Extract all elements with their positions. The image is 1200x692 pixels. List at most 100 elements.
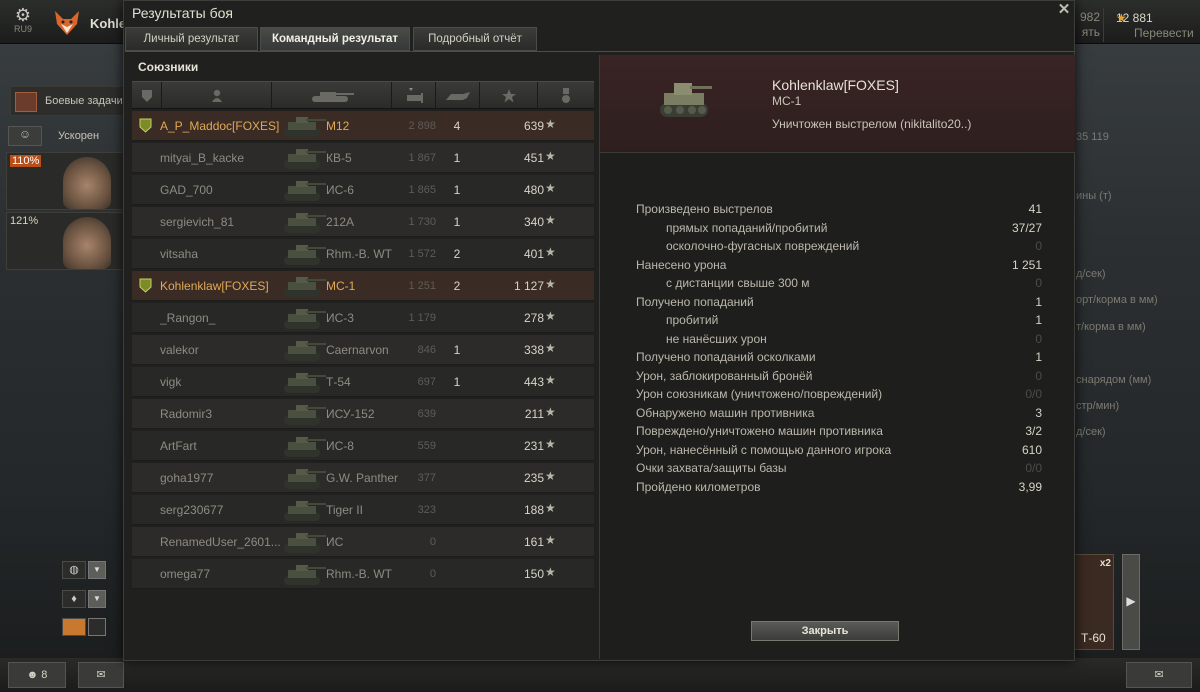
tab-team[interactable]: Командный результат xyxy=(260,27,410,51)
gear-icon: ⚙ xyxy=(14,5,32,25)
ally-kills: 1 xyxy=(453,215,461,229)
medal-column-header[interactable] xyxy=(538,82,594,109)
stat-value: 1 xyxy=(1035,294,1042,309)
star-icon: ★ xyxy=(545,245,556,259)
tab-personal[interactable]: Личный результат xyxy=(125,27,258,51)
tab-detailed[interactable]: Подробный отчёт xyxy=(413,27,537,51)
stat-value: 1 xyxy=(1035,313,1042,327)
xp-multiplier: x2 xyxy=(1099,558,1111,569)
ally-kills: 1 xyxy=(453,343,461,357)
carousel-next-button[interactable]: ▶ xyxy=(1122,554,1140,650)
ally-damage: 1 572 xyxy=(408,248,436,260)
checkbox[interactable] xyxy=(88,618,106,636)
close-icon[interactable]: ✕ xyxy=(1056,2,1072,19)
ally-xp: 443 xyxy=(523,375,544,389)
crew-portrait xyxy=(63,157,111,209)
tank-column-header[interactable] xyxy=(272,82,392,109)
ally-row[interactable]: goha1977 G.W. Panther 377 235 ★ xyxy=(132,463,594,493)
stat-label: Нанесено урона xyxy=(636,257,727,272)
ally-kills: 2 xyxy=(453,247,461,261)
stat-row: Урон, нанесённый с помощью данного игрок… xyxy=(636,441,1042,459)
crew-member-2[interactable]: 121% xyxy=(6,212,125,270)
ally-row[interactable]: ArtFart ИС-8 559 231 ★ xyxy=(132,431,594,461)
star-icon: ★ xyxy=(545,437,556,451)
ally-xp: 161 xyxy=(523,535,544,549)
star-icon: ★ xyxy=(545,309,556,323)
ally-row[interactable]: serg230677 Tiger II 323 188 ★ xyxy=(132,495,594,525)
kills-column-header[interactable] xyxy=(436,82,480,109)
stat-label: Очки захвата/защиты базы xyxy=(636,461,787,475)
person-icon: ☻ xyxy=(26,669,39,681)
stat-label: Урон союзникам (уничтожено/повреждений) xyxy=(636,387,883,401)
allies-panel: Союзники A_P_Maddoc[FOXES] M12 2 898 4 6… xyxy=(132,55,594,659)
friends-button[interactable]: ☻ 8 xyxy=(8,662,66,688)
stat-value: 3 xyxy=(1035,405,1042,420)
accelerate-training[interactable]: ☺ Ускорен xyxy=(8,126,125,148)
tank-thumbnail xyxy=(284,405,326,425)
gold-panel[interactable]: ★ 12 881 Перевести xyxy=(1103,8,1200,42)
ammo-selector[interactable]: ♦ ▼ xyxy=(62,590,106,608)
close-button[interactable]: Закрыть xyxy=(751,621,899,641)
ally-damage: 0 xyxy=(429,536,436,548)
ally-row[interactable]: A_P_Maddoc[FOXES] M12 2 898 4 639 ★ xyxy=(132,111,594,141)
chat-channels-button[interactable]: ✉ xyxy=(78,662,124,688)
tank-thumbnail xyxy=(284,213,326,233)
damage-column-header[interactable] xyxy=(392,82,436,109)
chat-icon: ✉ xyxy=(96,669,106,681)
squad-column-header[interactable] xyxy=(132,82,162,109)
details-death-reason: Уничтожен выстрелом (nikitalito20..) xyxy=(772,117,972,131)
ally-row[interactable]: Kohlenklaw[FOXES] МС-1 1 251 2 1 127 ★ xyxy=(132,271,594,301)
notifications-button[interactable]: ✉ xyxy=(1126,662,1192,688)
tank-thumbnail xyxy=(284,373,326,393)
tank-thumbnail xyxy=(284,501,326,521)
player-name[interactable]: Kohle xyxy=(90,16,126,31)
stat-value: 3,99 xyxy=(1018,479,1042,494)
player-column-header[interactable] xyxy=(162,82,272,109)
stat-value: 3/2 xyxy=(1025,424,1042,438)
ally-row[interactable]: valekor Caernarvon 846 1 338 ★ xyxy=(132,335,594,365)
ally-kills: 1 xyxy=(453,375,461,389)
stat-label: Урон, заблокированный бронёй xyxy=(636,368,813,383)
ally-row[interactable]: _Rangon_ ИС-3 1 179 278 ★ xyxy=(132,303,594,333)
medal-icon xyxy=(562,87,570,103)
squad-icon xyxy=(139,118,152,133)
stat-row: Нанесено урона 1 251 xyxy=(636,256,1042,274)
ally-row[interactable]: GAD_700 ИС-6 1 865 1 480 ★ xyxy=(132,175,594,205)
ally-damage: 559 xyxy=(417,440,436,452)
tank-thumbnail xyxy=(284,117,326,137)
message-icon: ✉ xyxy=(1154,669,1164,681)
crew-member-1[interactable]: 110% xyxy=(6,152,125,210)
allies-title: Союзники xyxy=(138,60,199,74)
ally-row[interactable]: Radomir3 ИСУ-152 639 211 ★ xyxy=(132,399,594,429)
stat-row: не нанёсших урон 0 xyxy=(636,330,1042,348)
ally-row[interactable]: omega77 Rhm.-B. WT 0 150 ★ xyxy=(132,559,594,589)
ally-row[interactable]: vitsaha Rhm.-B. WT 1 572 2 401 ★ xyxy=(132,239,594,269)
bg-stat: д/сек) xyxy=(1076,426,1106,438)
ally-damage: 697 xyxy=(417,376,436,388)
globe-selector[interactable]: ◍ ▼ xyxy=(62,561,106,579)
ally-row[interactable]: RenamedUser_2601... ИС 0 161 ★ xyxy=(132,527,594,557)
bg-stat: ины (т) xyxy=(1076,190,1112,202)
star-icon: ★ xyxy=(545,149,556,163)
star-icon: ★ xyxy=(545,213,556,227)
settings-button[interactable]: ⚙ RU9 xyxy=(8,6,38,34)
bg-stat: стр/мин) xyxy=(1076,400,1120,412)
reserve-vehicle-card[interactable]: x2 Т-60 xyxy=(1074,554,1114,650)
xp-column-header[interactable] xyxy=(480,82,538,109)
stat-value: 610 xyxy=(1021,442,1042,457)
stat-row: Урон, заблокированный бронёй 0 xyxy=(636,367,1042,385)
ally-row[interactable]: vigk Т-54 697 1 443 ★ xyxy=(132,367,594,397)
battle-tasks-button[interactable]: Боевые задачи xyxy=(10,86,125,116)
tank-icon xyxy=(311,91,354,102)
ally-damage: 1 730 xyxy=(408,216,436,228)
tank-thumbnail xyxy=(284,533,326,553)
bg-stat: д/сек) xyxy=(1076,268,1106,280)
stat-value: 1 251 xyxy=(1011,257,1042,272)
ally-row[interactable]: mityai_B_kacke КВ-5 1 867 1 451 ★ xyxy=(132,143,594,173)
camo-selector[interactable] xyxy=(62,618,106,636)
stat-value: 0 xyxy=(1035,331,1042,346)
stat-value: 1 xyxy=(1035,350,1042,364)
ally-row[interactable]: sergievich_81 212A 1 730 1 340 ★ xyxy=(132,207,594,237)
bg-stat: орт/корма в мм) xyxy=(1076,294,1158,306)
left-panel: Боевые задачи ☺ Ускорен 110% 121% xyxy=(0,76,125,276)
